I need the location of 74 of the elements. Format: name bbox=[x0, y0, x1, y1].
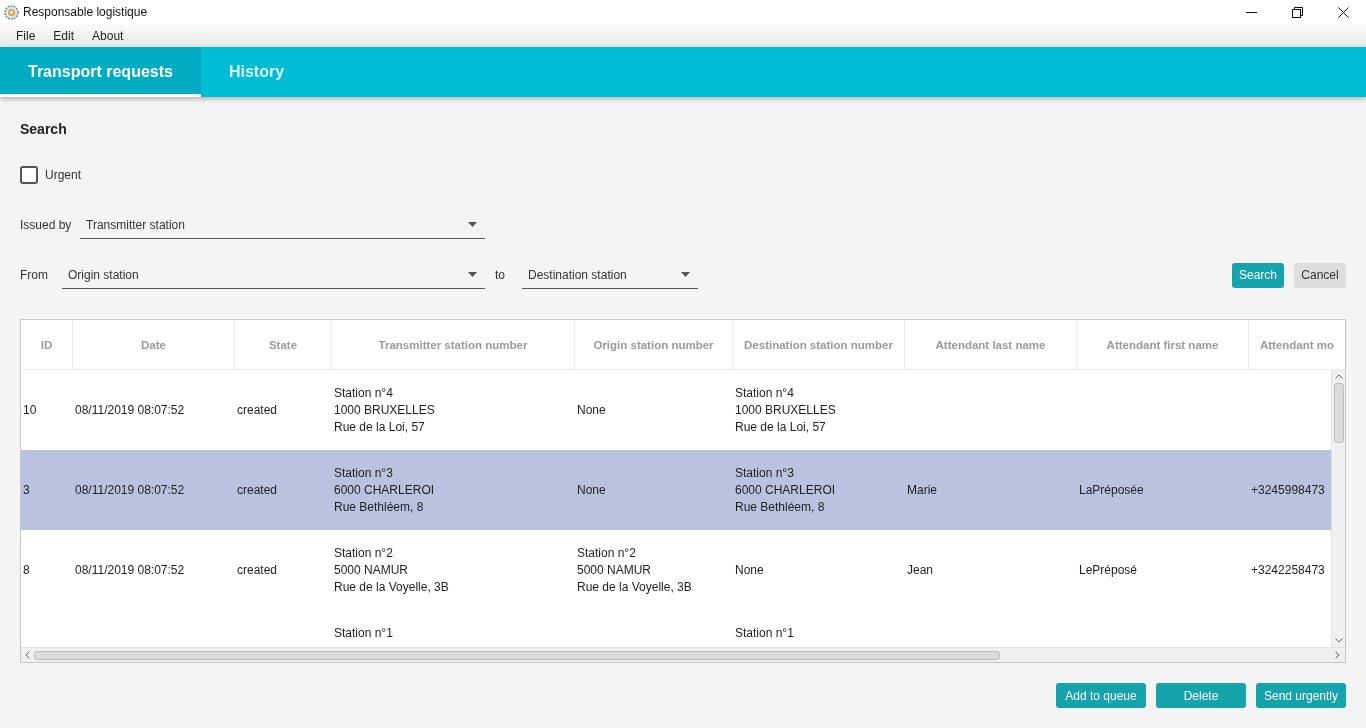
table-cell: Station n°2 5000 NAMUR Rue de la Voyelle, 3B bbox=[334, 544, 449, 596]
column-header[interactable]: Date bbox=[73, 320, 235, 369]
column-header[interactable]: Transmitter station number bbox=[332, 320, 575, 369]
table-cell: 10 bbox=[23, 401, 37, 419]
app-logo-icon bbox=[4, 4, 19, 20]
destination-station-dropdown[interactable]: Destination station bbox=[522, 261, 698, 289]
scrollbar-thumb[interactable] bbox=[34, 650, 1000, 660]
table-row[interactable]: 8 08/11/2019 08:07:52 created Station n°2 5000 NAMUR Rue de la Voyelle, 3B Station n°2 5000 NAMUR Rue de la Voyelle, 3B None Jean LePréposé +3242258473 bbox=[21, 530, 1331, 610]
table-cell: None bbox=[577, 401, 606, 419]
section-title: Search bbox=[20, 120, 67, 139]
table-cell: None bbox=[577, 481, 606, 499]
table-cell: 8 bbox=[23, 561, 30, 579]
column-header[interactable]: Attendant mo bbox=[1249, 320, 1345, 369]
caret-icon bbox=[468, 272, 477, 277]
table-cell: LePréposé bbox=[1079, 561, 1138, 579]
table-cell: Station n°4 1000 BRUXELLES Rue de la Loi, 57 bbox=[735, 384, 836, 436]
field-label: to bbox=[494, 268, 506, 282]
delete-button[interactable]: Delete bbox=[1156, 683, 1246, 708]
send-urgently-button[interactable]: Send urgently bbox=[1256, 683, 1346, 708]
vertical-scrollbar[interactable] bbox=[1331, 370, 1345, 647]
field-label: Issued by bbox=[20, 218, 73, 232]
column-header[interactable]: Attendant first name bbox=[1077, 320, 1249, 369]
table-row[interactable]: 10 08/11/2019 08:07:52 created Station n°4 1000 BRUXELLES Rue de la Loi, 57 None Station n°4 1000 BRUXELLES Rue de la Loi, 57 bbox=[21, 370, 1331, 450]
tab[interactable]: Transport requests bbox=[0, 47, 201, 97]
table-cell: created bbox=[237, 481, 278, 499]
table-cell: LaPréposée bbox=[1079, 481, 1144, 499]
chevron-left-icon[interactable] bbox=[25, 651, 30, 659]
menu-item[interactable]: About bbox=[84, 26, 132, 45]
scrollbar-thumb[interactable] bbox=[1333, 383, 1344, 443]
minimize-icon[interactable] bbox=[1245, 11, 1257, 13]
table-cell: Station n°1 bbox=[735, 625, 794, 642]
field-label: From bbox=[20, 268, 49, 282]
checkbox-label: Urgent bbox=[45, 168, 82, 182]
chevron-up-icon[interactable] bbox=[1334, 374, 1343, 379]
table-cell: 3 bbox=[23, 481, 30, 499]
table-cell: Jean bbox=[907, 561, 934, 579]
column-header[interactable]: ID bbox=[21, 320, 73, 369]
urgent-checkbox[interactable] bbox=[20, 166, 38, 184]
table-cell: 08/11/2019 08:07:52 bbox=[75, 401, 185, 419]
window-title: Responsable logistique bbox=[23, 5, 148, 19]
table-cell: +3245998473 bbox=[1251, 481, 1325, 499]
table-cell: None bbox=[735, 561, 764, 579]
cancel-button[interactable]: Cancel bbox=[1294, 262, 1346, 288]
table-cell: Marie bbox=[907, 481, 937, 499]
table-cell: Station n°3 6000 CHARLEROI Rue Bethléem, 8 bbox=[735, 464, 836, 516]
table-cell: Station n°2 5000 NAMUR Rue de la Voyelle, 3B bbox=[577, 544, 692, 596]
caret-icon bbox=[468, 222, 477, 227]
horizontal-scrollbar[interactable] bbox=[21, 647, 1345, 662]
table-cell: Station n°1 bbox=[334, 625, 393, 642]
column-header[interactable]: Destination station number bbox=[733, 320, 905, 369]
table-cell: Station n°4 1000 BRUXELLES Rue de la Loi, 57 bbox=[334, 384, 435, 436]
chevron-right-icon[interactable] bbox=[1335, 651, 1340, 659]
column-header[interactable]: Origin station number bbox=[575, 320, 733, 369]
column-header[interactable]: State bbox=[235, 320, 332, 369]
table-cell: +3242258473 bbox=[1251, 561, 1325, 579]
menu-item[interactable]: Edit bbox=[45, 26, 83, 45]
close-icon[interactable] bbox=[1337, 6, 1349, 18]
origin-station-dropdown[interactable]: Origin station bbox=[62, 261, 485, 289]
restore-icon[interactable] bbox=[1291, 6, 1303, 18]
search-button[interactable]: Search bbox=[1232, 262, 1284, 288]
column-header[interactable]: Attendant last name bbox=[905, 320, 1077, 369]
table-row[interactable]: Station n°1 Station n°1 bbox=[21, 610, 1331, 647]
table-cell: Station n°3 6000 CHARLEROI Rue Bethléem, 8 bbox=[334, 464, 435, 516]
menu-item[interactable]: File bbox=[8, 26, 44, 45]
table-row[interactable]: 3 08/11/2019 08:07:52 created Station n°3 6000 CHARLEROI Rue Bethléem, 8 None Station n°3 6000 CHARLEROI Rue Bethléem, 8 Marie LaPréposée +3245998473 bbox=[21, 450, 1331, 530]
table-cell: created bbox=[237, 561, 278, 579]
chevron-down-icon[interactable] bbox=[1334, 638, 1343, 643]
table-cell: 08/11/2019 08:07:52 bbox=[75, 481, 185, 499]
issued-by-dropdown[interactable]: Transmitter station bbox=[80, 211, 485, 239]
tab[interactable]: History bbox=[200, 47, 313, 97]
add-to-queue-button[interactable]: Add to queue bbox=[1056, 683, 1146, 708]
caret-icon bbox=[681, 272, 690, 277]
table-cell: created bbox=[237, 401, 278, 419]
table-cell: 08/11/2019 08:07:52 bbox=[75, 561, 185, 579]
